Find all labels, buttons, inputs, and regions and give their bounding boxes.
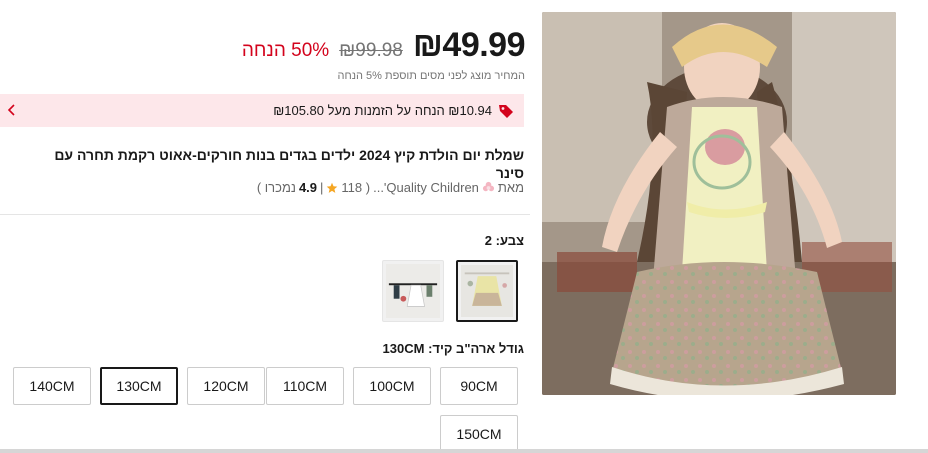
size-option-110cm[interactable]: 110CM <box>266 367 344 405</box>
current-price: ₪49.99 <box>412 26 526 64</box>
tax-note: המחיר מוצג לפני מסים תוספת 5% הנחה <box>337 70 525 82</box>
size-option-140cm[interactable]: 140CM <box>13 367 91 405</box>
store-name[interactable]: Quality Children'... <box>373 180 479 195</box>
color-option-2[interactable] <box>456 260 518 322</box>
flower-icon <box>482 181 494 192</box>
size-option-150cm[interactable]: 150CM <box>440 415 518 453</box>
price-row: ₪49.99 ₪99.98 50% הנחה <box>241 26 526 65</box>
chevron-left-icon[interactable] <box>7 102 17 118</box>
size-option-130cm[interactable]: 130CM <box>100 367 178 405</box>
discount-label: 50% הנחה <box>241 40 330 61</box>
product-title: שמלת יום הולדת קיץ 2024 ילדים בגדים בנות… <box>54 147 524 181</box>
bottom-scroll-edge <box>0 449 928 453</box>
product-info-panel: ₪49.99 ₪99.98 50% הנחה המחיר מוצג לפני מ… <box>0 0 530 453</box>
coupon-text: ₪10.94 הנחה על הזמנות מעל ₪105.80 <box>273 103 492 118</box>
store-info-row[interactable]: מאת Quality Children'... ( 118 | 4.9 נמכ… <box>257 180 524 195</box>
star-icon <box>327 182 338 193</box>
size-label: גודל ארה"ב קיד: 130CM <box>382 341 524 356</box>
store-prefix: מאת <box>497 180 524 195</box>
rating-value: 4.9 <box>298 180 318 195</box>
section-divider <box>0 214 530 215</box>
coupon-banner[interactable]: ₪10.94 הנחה על הזמנות מעל ₪105.80 <box>0 94 524 127</box>
rating-separator: | <box>320 180 324 195</box>
review-count: ( 118 <box>341 180 371 195</box>
tag-icon <box>499 104 513 118</box>
swatch-thumbnail <box>386 264 440 318</box>
size-option-90cm[interactable]: 90CM <box>440 367 518 405</box>
size-option-100cm[interactable]: 100CM <box>353 367 431 405</box>
original-price: ₪99.98 <box>339 40 403 61</box>
swatch-thumbnail <box>461 265 513 317</box>
size-option-120cm[interactable]: 120CM <box>187 367 265 405</box>
sold-count: נמכרו ) <box>256 180 296 195</box>
product-photo-illustration <box>542 12 896 395</box>
color-option-1[interactable] <box>382 260 444 322</box>
color-label: צבע: 2 <box>484 233 524 248</box>
product-image[interactable] <box>542 12 896 395</box>
